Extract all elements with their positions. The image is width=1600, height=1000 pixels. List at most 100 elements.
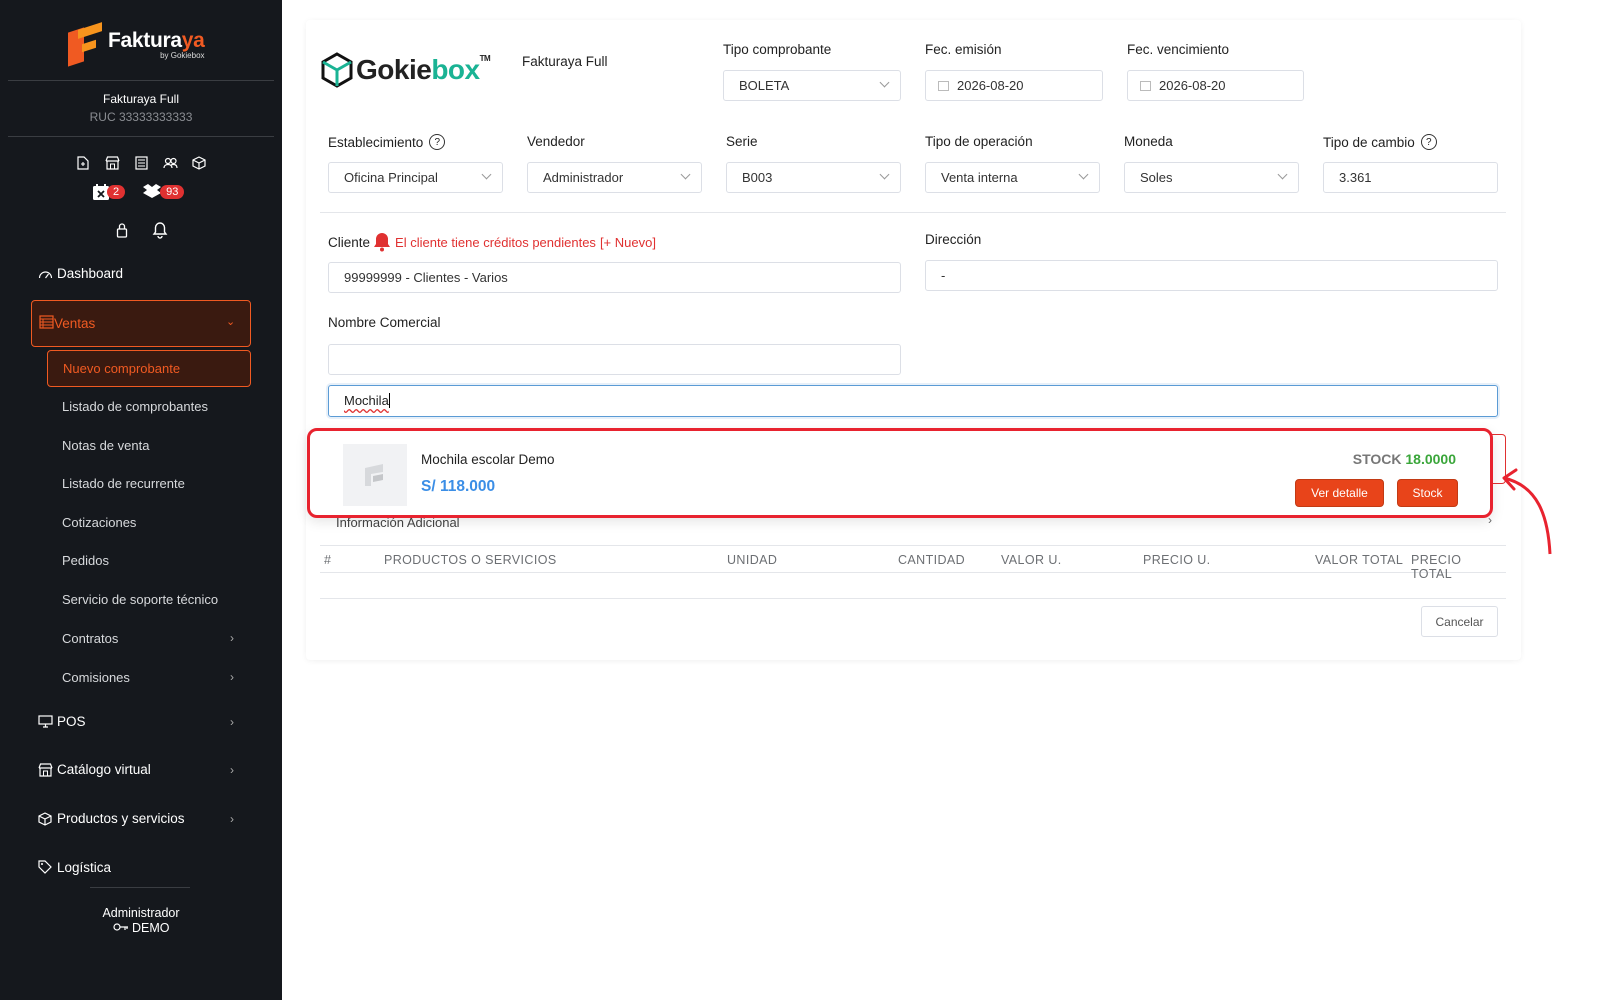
subnav-listado-comprobantes[interactable]: Listado de comprobantes	[62, 399, 208, 414]
logo-mark	[68, 22, 102, 67]
direccion-value: -	[941, 268, 946, 283]
help-icon[interactable]: ?	[429, 134, 446, 150]
vendedor-label: Vendedor	[527, 134, 585, 149]
ver-detalle-button[interactable]: Ver detalle	[1295, 479, 1384, 507]
company-name: Fakturaya Full	[102, 92, 180, 106]
th-precio-u: PRECIO U.	[1143, 553, 1211, 567]
subnav-comisiones[interactable]: Comisiones	[62, 670, 130, 685]
chevron-right-icon: ›	[230, 670, 234, 684]
product-search-input[interactable]: Mochila	[328, 385, 1498, 417]
th-productos: PRODUCTOS O SERVICIOS	[384, 553, 557, 567]
serie-value: B003	[742, 170, 773, 185]
key-icon	[112, 921, 129, 935]
logo-accent: box	[431, 54, 480, 85]
chevron-down-icon	[879, 77, 890, 88]
tipo-cambio-value: 3.361	[1339, 170, 1372, 185]
user-name: DEMO	[131, 921, 170, 935]
nav-productos-label: Productos y servicios	[57, 811, 185, 826]
fec-vencimiento-value: 2026-08-20	[1159, 78, 1226, 93]
stock-label: STOCK	[1352, 451, 1402, 467]
cliente-value: 99999999 - Clientes - Varios	[344, 270, 508, 285]
stock-value: 18.0000	[1405, 451, 1456, 467]
store-icon[interactable]	[104, 155, 120, 171]
serie-select[interactable]: B003	[726, 162, 901, 193]
divider	[8, 136, 274, 137]
product-stock: STOCK 18.0000	[1353, 451, 1456, 467]
users-icon[interactable]	[162, 155, 178, 171]
tipo-cambio-label: Tipo de cambio	[1323, 134, 1415, 150]
cliente-select[interactable]: 99999999 - Clientes - Varios	[328, 262, 901, 293]
th-index: #	[324, 553, 332, 567]
boxes-alerts[interactable]: 93	[141, 183, 185, 201]
direccion-input[interactable]: -	[925, 260, 1498, 291]
chevron-right-icon: ›	[230, 811, 234, 826]
establecimiento-value: Oficina Principal	[344, 170, 438, 185]
box-icon[interactable]	[191, 155, 207, 171]
cliente-new-link[interactable]: [+ Nuevo]	[600, 235, 656, 250]
th-valor-total: VALOR TOTAL	[1315, 553, 1404, 567]
subnav-nuevo-comprobante[interactable]: Nuevo comprobante	[47, 350, 251, 387]
bell-icon[interactable]	[152, 222, 168, 239]
search-result-item[interactable]: Mochila escolar Demo S/ 118.000 STOCK 18…	[307, 428, 1493, 518]
tipo-comprobante-label: Tipo comprobante	[723, 42, 832, 57]
subnav-notas-venta[interactable]: Notas de venta	[62, 438, 149, 453]
quick-icons	[0, 155, 282, 171]
company-label: Fakturaya Full	[522, 54, 608, 69]
establecimiento-label-wrap: Establecimiento?	[328, 134, 446, 150]
establecimiento-select[interactable]: Oficina Principal	[328, 162, 503, 193]
nav-productos[interactable]: Productos y servicios ›	[38, 811, 234, 826]
subnav-contratos[interactable]: Contratos	[62, 631, 118, 646]
logo-main: Gokie	[356, 54, 432, 85]
cliente-label-wrap: Cliente El cliente tiene créditos pendie…	[328, 232, 656, 252]
nav-ventas-label-wrap[interactable]: Ventas	[39, 315, 95, 332]
nav-dashboard[interactable]: Dashboard	[38, 266, 123, 281]
calendar-alerts[interactable]: 2	[92, 183, 126, 201]
establecimiento-label: Establecimiento	[328, 134, 424, 150]
tipo-comprobante-select[interactable]: BOLETA	[723, 70, 901, 101]
fec-vencimiento-input[interactable]: 2026-08-20	[1127, 70, 1304, 101]
moneda-select[interactable]: Soles	[1124, 162, 1299, 193]
fakturaya-logo[interactable]: Fakturaya by Gokiebox	[68, 22, 205, 67]
storefront-icon	[38, 762, 54, 777]
help-icon[interactable]: ?	[1420, 134, 1437, 150]
tipo-operacion-label: Tipo de operación	[925, 134, 1033, 149]
chevron-down-icon	[1078, 169, 1089, 180]
lock-icon[interactable]	[114, 222, 130, 238]
user-name-wrap[interactable]: DEMO	[0, 921, 282, 935]
tipo-operacion-value: Venta interna	[941, 170, 1018, 185]
chevron-right-icon: ›	[230, 714, 234, 729]
image-placeholder-icon	[365, 464, 383, 486]
list-icon[interactable]	[133, 155, 149, 171]
subnav-pedidos[interactable]: Pedidos	[62, 553, 109, 568]
document-icon[interactable]	[75, 155, 91, 171]
chevron-down-icon	[879, 169, 890, 180]
cancel-button[interactable]: Cancelar	[1421, 606, 1498, 637]
chevron-down-icon	[481, 169, 492, 180]
nav-catalogo[interactable]: Catálogo virtual ›	[38, 762, 234, 777]
nombre-comercial-input[interactable]	[328, 344, 901, 375]
subnav-soporte-tecnico[interactable]: Servicio de soporte técnico	[62, 592, 218, 607]
nombre-comercial-label: Nombre Comercial	[328, 315, 441, 330]
th-unidad: UNIDAD	[727, 553, 778, 567]
vendedor-select[interactable]: Administrador	[527, 162, 702, 193]
product-name: Mochila escolar Demo	[421, 452, 555, 467]
calendar-icon	[1140, 81, 1151, 91]
cliente-warning: El cliente tiene créditos pendientes	[395, 234, 596, 250]
subnav-cotizaciones[interactable]: Cotizaciones	[62, 515, 136, 530]
fec-emision-input[interactable]: 2026-08-20	[925, 70, 1103, 101]
chevron-right-icon: ›	[230, 762, 234, 777]
tipo-cambio-input[interactable]: 3.361	[1323, 162, 1498, 193]
nav-logistica[interactable]: Logística ›	[38, 859, 111, 875]
tipo-operacion-select[interactable]: Venta interna	[925, 162, 1100, 193]
serie-label: Serie	[726, 134, 758, 149]
gokiebox-logo: GokieboxTM	[320, 52, 491, 88]
vendedor-value: Administrador	[543, 170, 624, 185]
subnav-listado-recurrente[interactable]: Listado de recurrente	[62, 476, 185, 491]
stock-button[interactable]: Stock	[1397, 479, 1458, 507]
divider	[90, 887, 190, 888]
sidebar: Fakturaya by Gokiebox Fakturaya Full RUC…	[0, 0, 282, 1000]
cube-logo-icon	[321, 52, 353, 88]
monitor-icon	[38, 715, 54, 728]
box-icon	[38, 811, 54, 826]
nav-pos[interactable]: POS ›	[38, 714, 234, 729]
